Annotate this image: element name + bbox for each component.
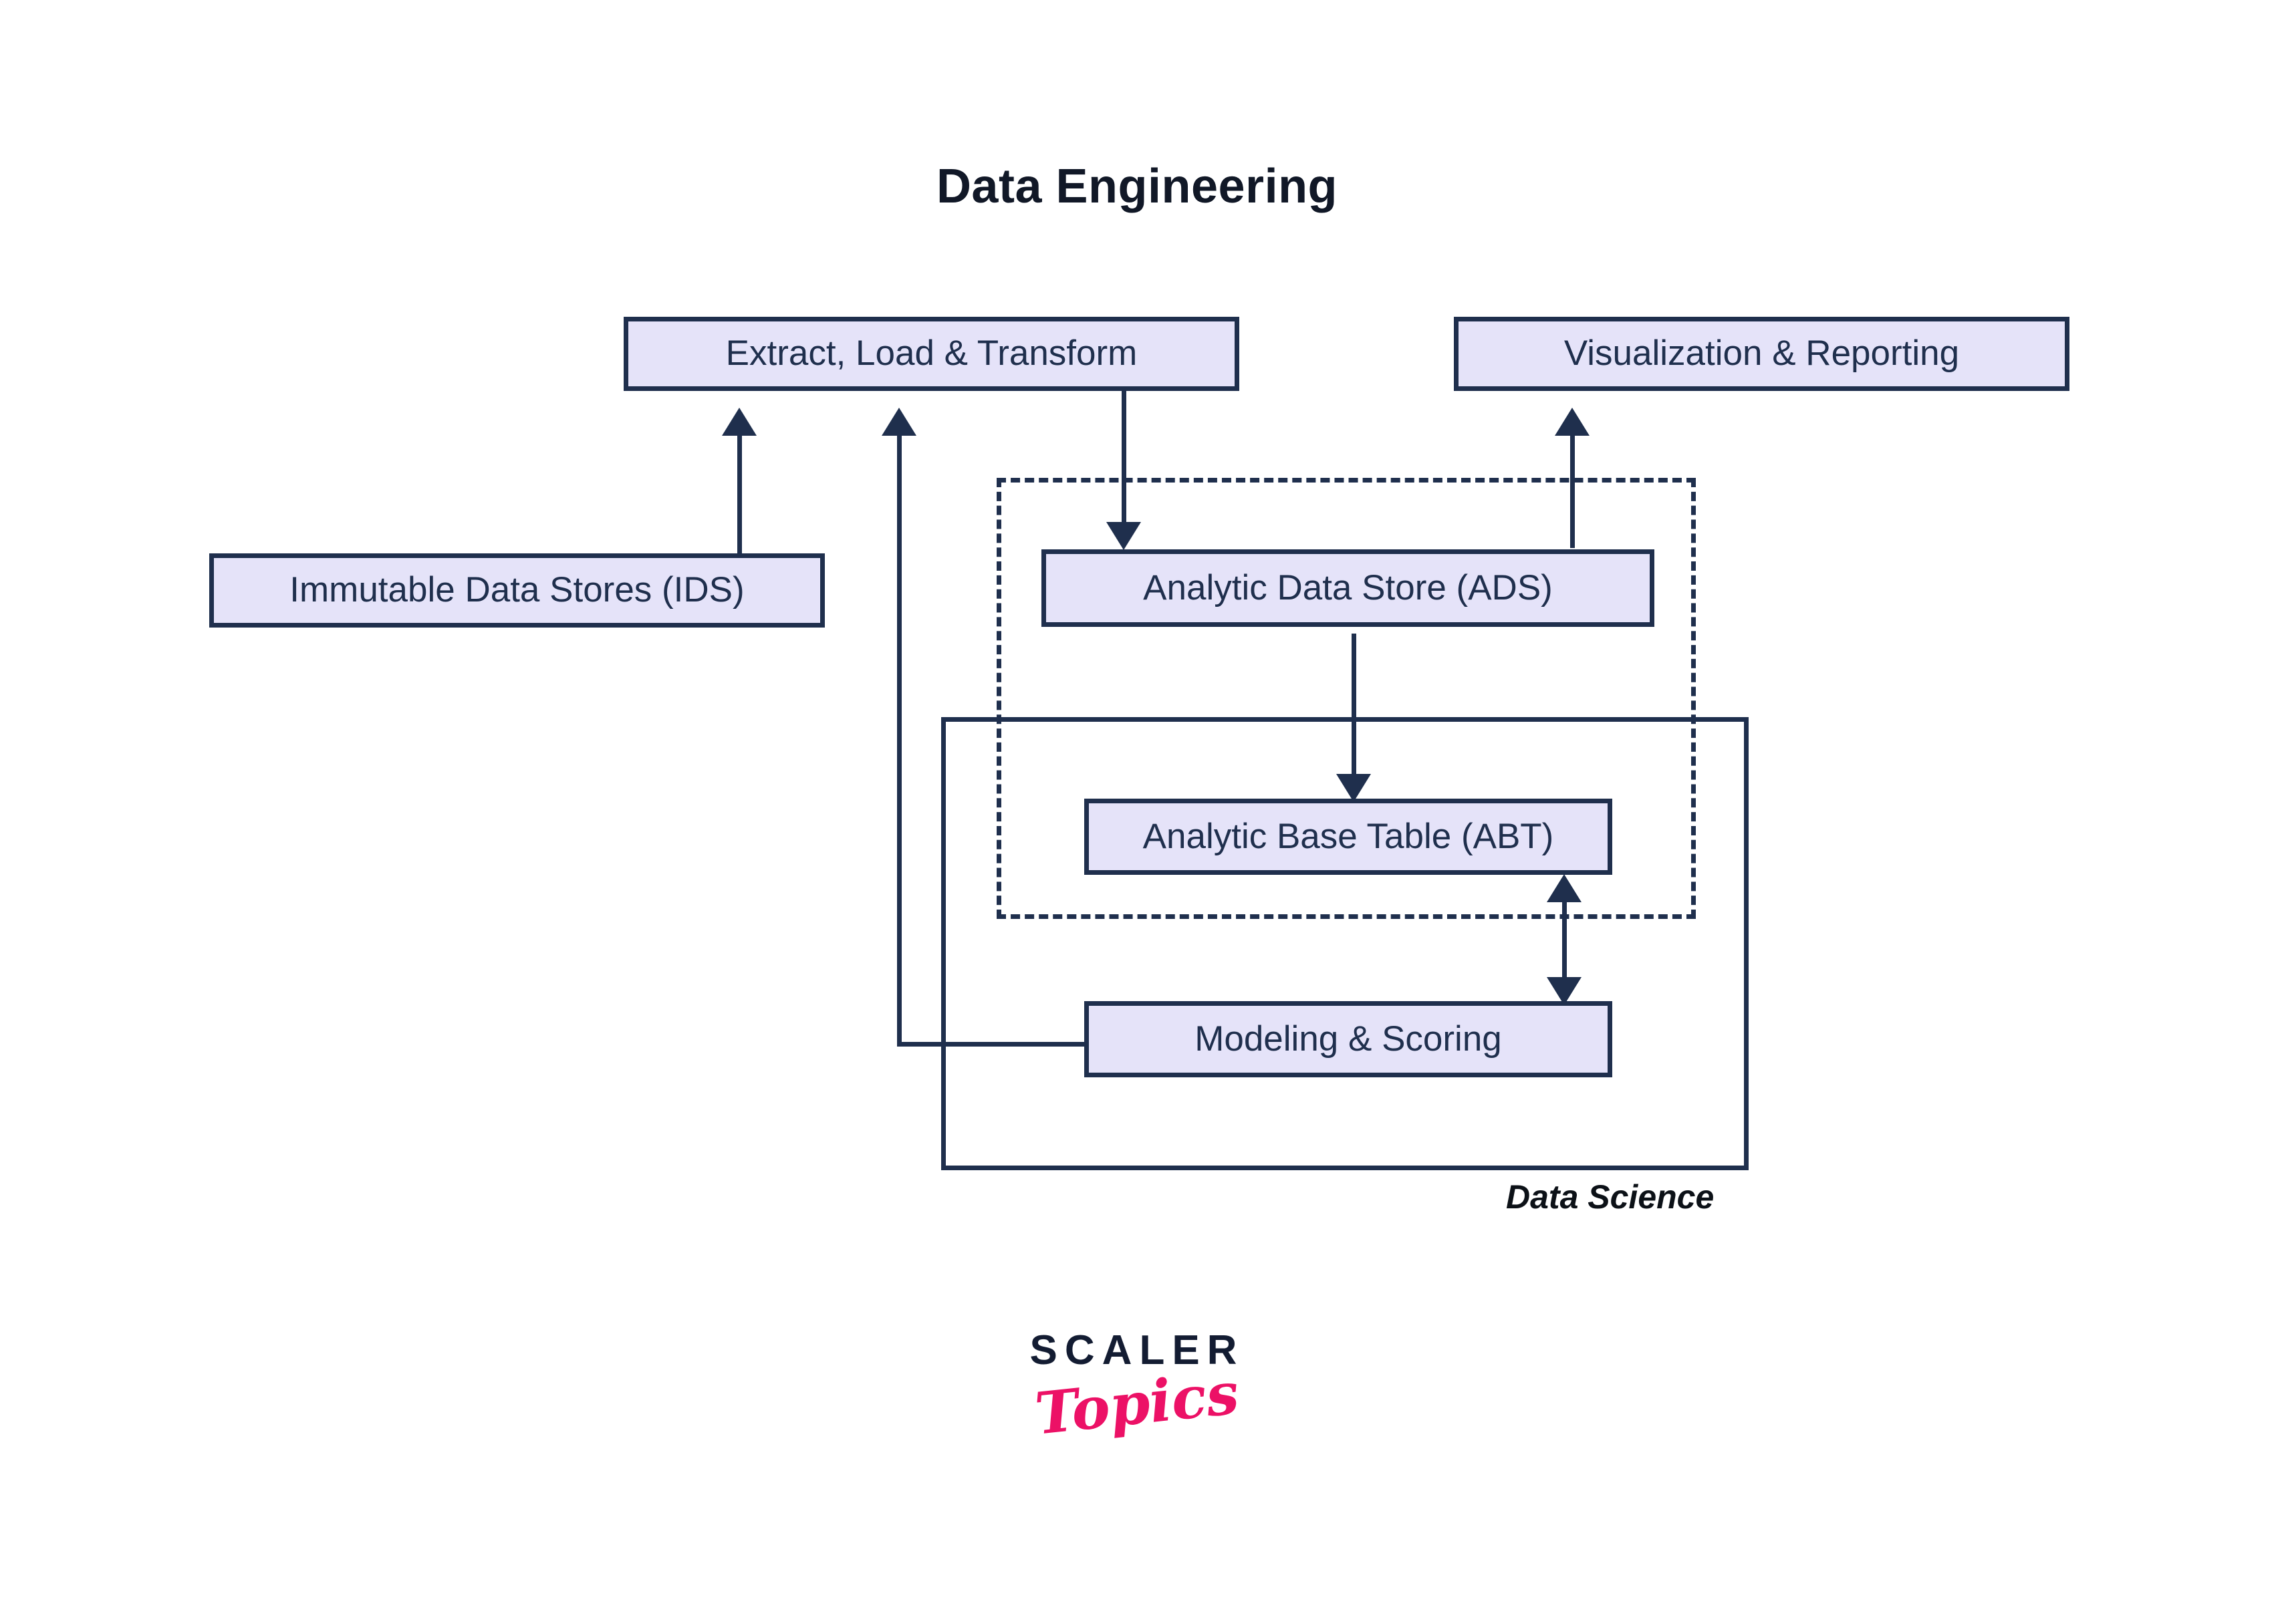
page-title: Data Engineering <box>936 160 1338 213</box>
edge-modeling-to-elt-vertical <box>897 426 902 1047</box>
node-immutable-data-stores[interactable]: Immutable Data Stores (IDS) <box>209 553 825 628</box>
data-science-group-label: Data Science <box>1506 1178 1715 1216</box>
diagram-canvas: Data Engineering Data Science Extract, L… <box>0 0 2274 1624</box>
edge-modeling-to-elt-horizontal <box>897 1042 1089 1047</box>
node-analytic-base-table[interactable]: Analytic Base Table (ABT) <box>1084 799 1612 875</box>
edge-ads-to-visualization-arrowhead <box>1555 408 1590 436</box>
edge-ads-to-abt-arrowhead <box>1336 774 1371 802</box>
edge-ids-to-elt-arrowhead <box>722 408 757 436</box>
edge-elt-to-ads-arrowhead <box>1106 522 1141 550</box>
brand-logo-topics-text: Topics <box>1031 1359 1242 1448</box>
node-extract-load-transform[interactable]: Extract, Load & Transform <box>624 317 1239 391</box>
edge-abt-modeling-arrowhead-up <box>1547 874 1582 902</box>
edge-elt-to-ads-line <box>1122 390 1126 538</box>
edge-modeling-to-elt-arrowhead <box>882 408 916 436</box>
edge-ads-to-visualization-line <box>1570 426 1575 548</box>
node-analytic-data-store[interactable]: Analytic Data Store (ADS) <box>1041 549 1654 627</box>
brand-logo: SCALER Topics <box>0 1330 2274 1448</box>
node-modeling-scoring[interactable]: Modeling & Scoring <box>1084 1001 1612 1077</box>
node-visualization-reporting[interactable]: Visualization & Reporting <box>1454 317 2069 391</box>
edge-ads-to-abt-line <box>1352 634 1356 789</box>
